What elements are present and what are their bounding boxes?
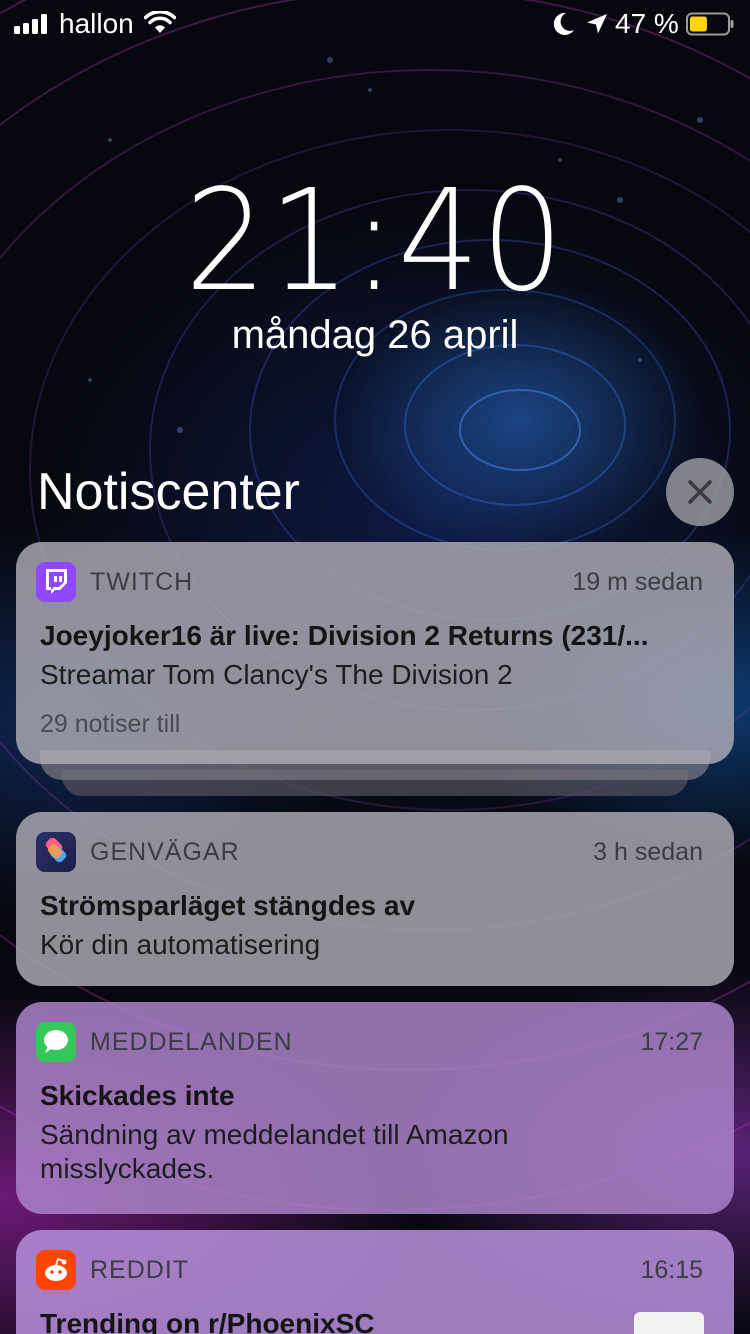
reddit-icon (36, 1250, 76, 1290)
battery-icon (686, 12, 734, 36)
signal-icon (14, 14, 50, 34)
notification-app-name: REDDIT (90, 1256, 190, 1284)
notification-title: Strömsparläget stängdes av (40, 890, 416, 921)
notification-app-name: MEDDELANDEN (90, 1028, 293, 1056)
notification-reddit[interactable]: REDDIT 16:15 Trending on r/PhoenixSC (16, 1230, 734, 1334)
notification-app-name: TWITCH (90, 568, 194, 596)
lock-screen-time: 21:40 (184, 160, 566, 323)
notification-thumbnail (634, 1312, 704, 1334)
messages-icon (36, 1022, 76, 1062)
moon-icon (553, 12, 574, 35)
close-icon (688, 480, 712, 504)
notification-time: 3 h sedan (593, 838, 703, 866)
notification-time: 16:15 (640, 1256, 703, 1284)
notification-twitch[interactable]: TWITCH 19 m sedan Joeyjoker16 är live: D… (16, 542, 734, 764)
notification-title: Skickades inte (40, 1080, 235, 1111)
status-bar: hallon 47 % (0, 0, 750, 50)
notification-shortcuts[interactable]: GENVÄGAR 3 h sedan Strömsparläget stängd… (16, 812, 734, 986)
twitch-icon (36, 562, 76, 602)
location-arrow-icon (587, 14, 607, 34)
shortcuts-icon (36, 832, 76, 872)
notification-title: Joeyjoker16 är live: Division 2 Returns … (40, 620, 649, 651)
notification-time: 17:27 (640, 1028, 703, 1056)
notification-more-count: 29 notiser till (40, 710, 181, 738)
notification-app-name: GENVÄGAR (90, 838, 240, 866)
notification-body: Kör din automatisering (40, 929, 321, 960)
notification-time: 19 m sedan (572, 568, 703, 596)
notification-messages[interactable]: MEDDELANDEN 17:27 Skickades inte Sändnin… (16, 1002, 734, 1214)
wifi-icon (144, 11, 176, 33)
carrier-name: hallon (59, 8, 134, 39)
notification-title: Trending on r/PhoenixSC (40, 1308, 375, 1334)
clear-notifications-button[interactable] (666, 458, 734, 526)
battery-fill (690, 16, 707, 32)
notification-center-title: Notiscenter (37, 463, 300, 521)
lock-screen-date: måndag 26 april (231, 313, 519, 357)
notification-body: Streamar Tom Clancy's The Division 2 (40, 659, 513, 690)
notification-body: Sändning av meddelandet till Amazon miss… (40, 1119, 509, 1184)
battery-percentage: 47 % (615, 8, 679, 39)
